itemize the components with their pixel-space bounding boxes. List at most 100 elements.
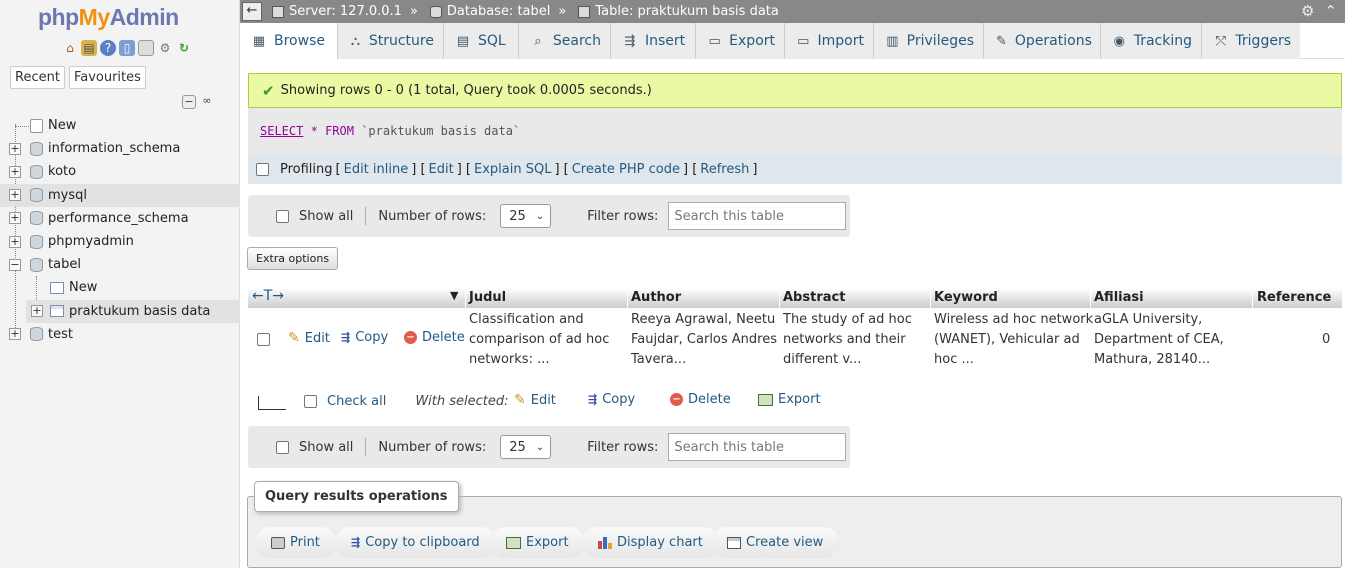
column-header-keyword[interactable]: Keyword: [934, 290, 998, 305]
explain-sql-link[interactable]: Explain SQL: [474, 162, 551, 177]
expand-icon[interactable]: +: [9, 189, 21, 202]
back-arrow-icon[interactable]: ←: [242, 2, 262, 21]
tree-item-information-schema[interactable]: + information_schema: [0, 137, 240, 160]
console-icon[interactable]: [138, 40, 154, 56]
tree-item-test[interactable]: + test: [0, 323, 240, 346]
tree-item-label[interactable]: performance_schema: [48, 211, 189, 226]
create-php-code-link[interactable]: Create PHP code: [572, 162, 680, 177]
home-icon[interactable]: ⌂: [62, 40, 78, 56]
tree-item-label[interactable]: phpmyadmin: [48, 234, 134, 249]
sql-query-display[interactable]: SELECT * FROM `praktukum basis data`: [248, 108, 1342, 155]
settings-icon[interactable]: ⚙: [1301, 2, 1314, 20]
bulk-copy-button[interactable]: ⇶ Copy: [588, 392, 635, 407]
column-header-judul[interactable]: Judul: [469, 290, 506, 305]
column-header-afiliasi[interactable]: Afiliasi: [1094, 290, 1144, 305]
extra-options-button[interactable]: Extra options: [247, 247, 339, 270]
collapse-all-icon[interactable]: −: [182, 95, 196, 109]
breadcrumb-database[interactable]: Database: tabel: [429, 4, 550, 19]
tree-item-koto[interactable]: + koto: [0, 160, 240, 183]
tree-item-new-table[interactable]: New: [0, 276, 240, 299]
tab-triggers[interactable]: ⤲ Triggers: [1202, 23, 1300, 59]
link-with-main-icon[interactable]: ∞: [200, 95, 214, 109]
create-view-button[interactable]: Create view: [711, 527, 840, 558]
profiling-checkbox[interactable]: [256, 163, 269, 176]
collapse-icon[interactable]: −: [9, 258, 21, 271]
tree-item-label[interactable]: tabel: [48, 257, 81, 272]
tree-item-label[interactable]: praktukum basis data: [69, 304, 210, 319]
filter-rows-input[interactable]: Search this table: [668, 433, 847, 461]
tab-browse[interactable]: ▦ Browse: [240, 23, 338, 59]
filter-rows-input[interactable]: Search this table: [668, 202, 847, 230]
tree-item-label[interactable]: koto: [48, 164, 76, 179]
show-all-label[interactable]: Show all: [299, 440, 353, 455]
copy-to-clipboard-button[interactable]: ⇶ Copy to clipboard: [335, 527, 496, 558]
tree-item-label[interactable]: mysql: [48, 188, 87, 203]
column-header-author[interactable]: Author: [631, 290, 681, 305]
tree-item-label[interactable]: New: [48, 118, 76, 133]
docs-icon[interactable]: ▯: [119, 40, 135, 56]
row-checkbox[interactable]: [257, 333, 270, 346]
breadcrumb-database-label[interactable]: Database: tabel: [447, 4, 550, 19]
cell-reference[interactable]: 0: [1322, 330, 1330, 350]
bulk-export-button[interactable]: Export: [758, 392, 821, 407]
number-of-rows-select[interactable]: 25 ⌄: [500, 204, 552, 228]
sql-keyword-select[interactable]: SELECT: [260, 124, 303, 138]
breadcrumb-server[interactable]: Server: 127.0.0.1: [272, 4, 402, 19]
cell-author[interactable]: Reeya Agrawal, Neetu Faujdar, Carlos And…: [631, 310, 777, 370]
tree-item-label[interactable]: test: [48, 327, 73, 342]
tab-privileges[interactable]: ▥ Privileges: [874, 23, 984, 59]
sort-dropdown-icon[interactable]: ▼: [450, 289, 458, 302]
column-header-reference[interactable]: Reference: [1257, 290, 1331, 305]
edit-inline-link[interactable]: Edit inline: [344, 162, 409, 177]
tree-item-praktukum-basis-data[interactable]: + praktukum basis data: [26, 299, 240, 323]
export-button[interactable]: Export: [490, 527, 585, 558]
tab-operations[interactable]: ✎ Operations: [984, 23, 1101, 59]
cell-judul[interactable]: Classification and comparison of ad hoc …: [469, 310, 609, 370]
cell-keyword[interactable]: Wireless ad hoc network (WANET), Vehicul…: [934, 310, 1093, 370]
tree-item-label[interactable]: information_schema: [48, 141, 180, 156]
show-all-label[interactable]: Show all: [299, 209, 353, 224]
cell-afiliasi[interactable]: aGLA University, Department of CEA, Math…: [1094, 310, 1224, 370]
tab-insert[interactable]: ⇶ Insert: [611, 23, 696, 59]
breadcrumb-server-label[interactable]: Server: 127.0.0.1: [289, 4, 402, 19]
cell-abstract[interactable]: The study of ad hoc networks and their d…: [783, 310, 912, 370]
tab-search[interactable]: ⌕ Search: [519, 23, 611, 59]
tab-tracking[interactable]: ◉ Tracking: [1101, 23, 1202, 59]
phpmyadmin-logo[interactable]: phpMyAdmin: [38, 4, 179, 31]
bulk-delete-button[interactable]: − Delete: [670, 392, 731, 407]
tab-import[interactable]: ▭ Import: [785, 23, 874, 59]
number-of-rows-select[interactable]: 25 ⌄: [500, 435, 552, 459]
check-all-label[interactable]: Check all: [327, 394, 386, 409]
collapse-top-icon[interactable]: ⌃: [1324, 2, 1337, 20]
show-all-checkbox[interactable]: [276, 209, 289, 223]
display-chart-button[interactable]: Display chart: [582, 527, 719, 558]
favourites-button[interactable]: Favourites: [68, 66, 146, 89]
column-header-abstract[interactable]: Abstract: [783, 290, 845, 305]
edit-link[interactable]: Edit: [429, 162, 454, 177]
exit-icon[interactable]: ▤: [81, 40, 97, 56]
check-all-checkbox[interactable]: [304, 394, 317, 408]
expand-icon[interactable]: +: [9, 165, 21, 178]
tree-item-phpmyadmin[interactable]: + phpmyadmin: [0, 230, 240, 253]
print-button[interactable]: Print: [255, 527, 336, 558]
recent-button[interactable]: Recent: [10, 66, 65, 89]
tree-item-performance-schema[interactable]: + performance_schema: [0, 207, 240, 230]
breadcrumb-table[interactable]: Table: praktukum basis data: [578, 4, 779, 19]
tree-item-tabel[interactable]: − tabel: [0, 253, 240, 276]
show-all-checkbox[interactable]: [276, 440, 289, 454]
expand-icon[interactable]: +: [9, 212, 21, 225]
settings-icon[interactable]: ⚙: [157, 40, 173, 56]
tab-sql[interactable]: ▤ SQL: [444, 23, 519, 59]
expand-icon[interactable]: +: [9, 142, 21, 155]
row-delete-button[interactable]: − Delete: [404, 330, 465, 345]
breadcrumb-table-label[interactable]: Table: praktukum basis data: [595, 4, 779, 19]
bulk-edit-button[interactable]: ✎ Edit: [514, 392, 556, 408]
tab-export[interactable]: ▭ Export: [696, 23, 785, 59]
reload-icon[interactable]: ↻: [176, 40, 192, 56]
tree-item-new[interactable]: New: [0, 114, 240, 137]
row-edit-button[interactable]: ✎ Edit: [288, 330, 330, 346]
refresh-link[interactable]: Refresh: [700, 162, 749, 177]
tree-item-mysql[interactable]: + mysql: [0, 183, 240, 207]
row-copy-button[interactable]: ⇶ Copy: [341, 330, 388, 345]
expand-icon[interactable]: +: [9, 328, 21, 341]
